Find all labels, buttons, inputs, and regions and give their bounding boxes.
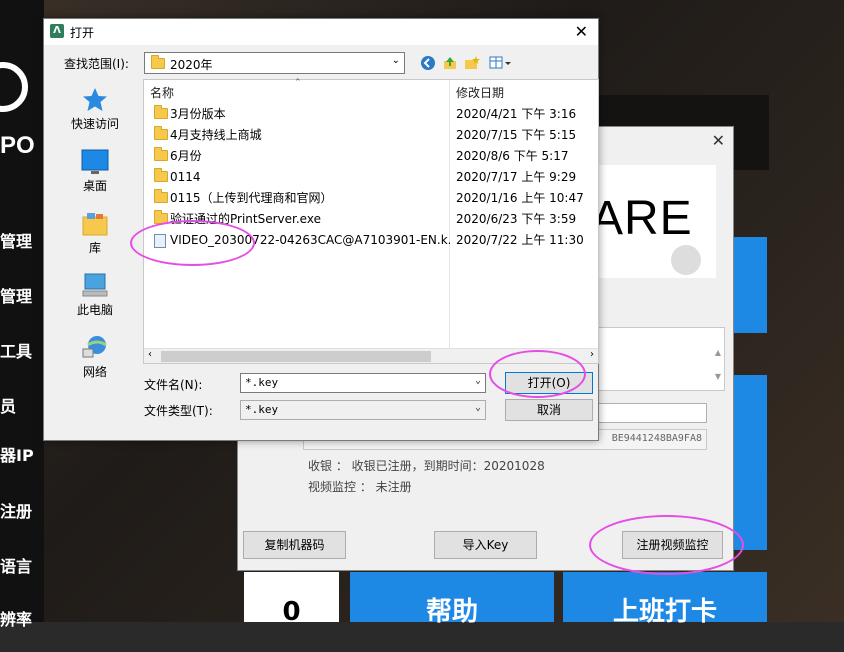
places-bar: 快速访问 桌面 库 此电脑 网络 xyxy=(44,79,140,379)
highlight-circle-file xyxy=(130,220,255,266)
app-logo-text: PO xyxy=(0,132,35,159)
place-desktop[interactable]: 桌面 xyxy=(50,149,140,194)
folder-icon xyxy=(154,189,168,203)
place-network[interactable]: 网络 xyxy=(50,335,140,380)
count-tile[interactable]: 0 xyxy=(244,572,339,627)
register-logo-box: ARE xyxy=(583,165,716,278)
column-header-name[interactable]: 名称 xyxy=(150,84,174,101)
place-library[interactable]: 库 xyxy=(50,211,140,256)
file-date: 2020/4/21 下午 3:16 xyxy=(456,107,577,121)
file-name: 6月份 xyxy=(170,149,202,163)
register-key-input[interactable] xyxy=(593,403,707,423)
register-logo-text: ARE xyxy=(591,192,693,245)
sidebar-item-server-ip[interactable]: 器IP xyxy=(0,442,34,466)
scroll-down-icon[interactable]: ▼ xyxy=(715,372,721,381)
chevron-down-icon: ⌄ xyxy=(391,55,400,66)
file-date: 2020/1/16 上午 10:47 xyxy=(456,191,584,205)
filetype-label: 文件类型(T): xyxy=(144,404,213,418)
column-header-modified[interactable]: 修改日期 xyxy=(456,84,504,101)
desktop-icon xyxy=(81,149,109,174)
register-close-icon[interactable]: ✕ xyxy=(712,131,725,150)
list-item[interactable]: 0115（上传到代理商和官网） 2020/1/16 上午 10:47 xyxy=(152,188,592,209)
file-name: 4月支持线上商城 xyxy=(170,128,262,142)
sidebar-item-tools[interactable]: 工具 xyxy=(0,338,32,362)
dialog-title: 打开 xyxy=(70,26,95,40)
video-status-text: 视频监控 ： 未注册 xyxy=(308,480,412,494)
scroll-up-icon[interactable]: ▲ xyxy=(715,348,721,357)
chevron-down-icon[interactable]: ⌄ xyxy=(475,375,481,386)
highlight-circle-register xyxy=(589,515,744,575)
list-item[interactable]: 3月份版本 2020/4/21 下午 3:16 xyxy=(152,104,592,125)
back-icon[interactable] xyxy=(419,55,437,73)
library-icon xyxy=(81,211,109,236)
scroll-left-icon[interactable]: ‹ xyxy=(148,349,152,360)
app-sidebar: PO 管理 管理 工具 员 器IP 注册 语言 辨率 xyxy=(0,0,44,629)
cashier-status-text: 收银 ： 收银已注册，到期时间：20201028 xyxy=(308,459,545,473)
list-item[interactable]: 6月份 2020/8/6 下午 5:17 xyxy=(152,146,592,167)
dialog-titlebar[interactable]: Ʌ 打开 ✕ xyxy=(44,19,598,45)
sidebar-item-manage-1[interactable]: 管理 xyxy=(0,228,32,252)
folder-icon xyxy=(154,168,168,182)
sort-arrow-icon: ⌃ xyxy=(294,78,302,88)
list-item[interactable]: 0114 2020/7/17 上午 9:29 xyxy=(152,167,592,188)
star-icon xyxy=(81,87,109,111)
sidebar-item-staff[interactable]: 员 xyxy=(0,393,16,417)
copy-machine-code-button[interactable]: 复制机器码 xyxy=(243,531,346,559)
app-icon: Ʌ xyxy=(50,24,64,38)
list-item[interactable]: 4月支持线上商城 2020/7/15 下午 5:15 xyxy=(152,125,592,146)
file-date: 2020/6/23 下午 3:59 xyxy=(456,212,577,226)
place-label: 网络 xyxy=(82,365,107,379)
help-tile[interactable]: 帮助 xyxy=(350,572,554,627)
register-info-textarea[interactable]: ▲ ▼ xyxy=(593,327,725,391)
folder-icon xyxy=(154,147,168,161)
look-in-value: 2020年 xyxy=(170,58,213,72)
filename-input[interactable]: *.key ⌄ xyxy=(240,373,486,393)
folder-icon xyxy=(154,126,168,140)
tile-right-1[interactable] xyxy=(734,237,767,333)
place-this-pc[interactable]: 此电脑 xyxy=(50,273,140,318)
close-icon[interactable]: ✕ xyxy=(575,22,588,41)
sidebar-item-manage-2[interactable]: 管理 xyxy=(0,283,32,307)
file-name: 3月份版本 xyxy=(170,107,226,121)
folder-icon xyxy=(154,105,168,119)
place-label: 桌面 xyxy=(82,179,107,193)
file-name: 0115（上传到代理商和官网） xyxy=(170,191,333,205)
place-label: 快速访问 xyxy=(70,117,119,131)
new-folder-icon[interactable] xyxy=(463,55,481,73)
app-logo-icon xyxy=(0,62,28,112)
chevron-down-icon[interactable]: ⌄ xyxy=(475,402,481,413)
place-label: 库 xyxy=(88,241,101,255)
look-in-combo[interactable]: 2020年 ⌄ xyxy=(144,52,405,74)
place-quick-access[interactable]: 快速访问 xyxy=(50,87,140,132)
scrollbar-thumb[interactable] xyxy=(161,351,431,362)
cancel-button[interactable]: 取消 xyxy=(505,399,593,421)
import-key-button[interactable]: 导入Key xyxy=(434,531,537,559)
filetype-select[interactable]: *.key ⌄ xyxy=(240,400,486,420)
clock-in-tile[interactable]: 上班打卡 xyxy=(563,572,767,627)
network-icon xyxy=(81,335,109,359)
up-folder-icon[interactable] xyxy=(441,55,459,73)
file-date: 2020/7/22 上午 11:30 xyxy=(456,233,584,247)
highlight-circle-open xyxy=(489,350,586,398)
computer-icon xyxy=(81,273,109,297)
file-date: 2020/7/17 上午 9:29 xyxy=(456,170,577,184)
folder-icon xyxy=(151,55,165,69)
sidebar-item-register[interactable]: 注册 xyxy=(0,498,32,522)
file-date: 2020/8/6 下午 5:17 xyxy=(456,149,569,163)
sidebar-item-language[interactable]: 语言 xyxy=(0,553,32,577)
filename-label: 文件名(N): xyxy=(144,378,203,392)
look-in-label: 查找范围(I): xyxy=(64,57,129,71)
file-name: 0114 xyxy=(170,170,201,184)
view-menu-icon[interactable] xyxy=(488,55,514,73)
sidebar-item-resolution[interactable]: 辨率 xyxy=(0,606,32,630)
place-label: 此电脑 xyxy=(76,303,113,317)
filetype-value: *.key xyxy=(245,403,279,416)
tile-right-2[interactable] xyxy=(734,375,767,550)
register-logo-circle xyxy=(671,245,701,275)
scroll-right-icon[interactable]: › xyxy=(590,349,594,360)
filename-value: *.key xyxy=(245,376,279,389)
file-date: 2020/7/15 下午 5:15 xyxy=(456,128,577,142)
